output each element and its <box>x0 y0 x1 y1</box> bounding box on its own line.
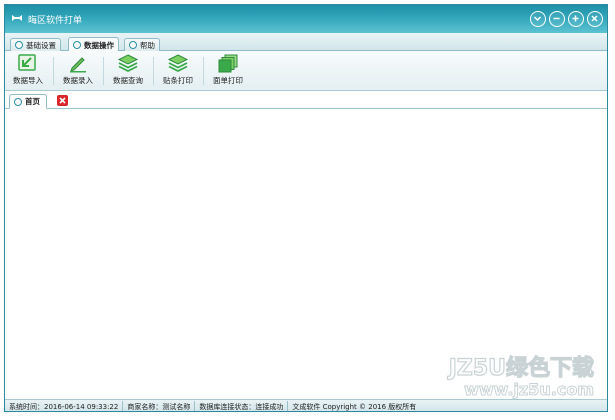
watermark-logo: JZ5U绿色下载 www.jz5u.com <box>446 354 595 399</box>
plus-icon <box>572 15 579 22</box>
watermark-line1: JZ5U绿色下载 <box>447 355 594 381</box>
layers-print-icon <box>167 54 189 73</box>
status-copyright: 文成软件 Copyright © 2016 版权所有 <box>292 402 417 411</box>
tab-label: 数据操作 <box>84 40 114 50</box>
toolbar-separator <box>53 57 54 85</box>
close-icon <box>591 15 598 22</box>
app-window: 晦区软件打单 基础设置 数据操作 帮助 数据导入 数据录入 数据查询 贴条打印 … <box>4 4 608 412</box>
tool-label: 面单打印 <box>213 76 243 85</box>
document-tabstrip: 首页 <box>5 91 607 109</box>
data-import-button[interactable]: 数据导入 <box>5 53 51 89</box>
toolbar-separator <box>153 57 154 85</box>
toolbar-separator <box>103 57 104 85</box>
toolbar-separator <box>203 57 204 85</box>
edit-icon <box>70 57 86 73</box>
tab-label: 首页 <box>25 97 40 106</box>
tool-label: 贴条打印 <box>163 76 193 85</box>
import-icon <box>18 54 36 71</box>
window-controls <box>530 11 603 27</box>
status-merchant-name: 商家名称：测试名称 <box>123 400 196 411</box>
tab-dot-icon <box>14 97 22 106</box>
tab-label: 基础设置 <box>26 40 56 50</box>
maximize-button[interactable] <box>568 11 584 27</box>
title-bar: 晦区软件打单 <box>5 5 607 33</box>
data-entry-button[interactable]: 数据录入 <box>55 53 101 89</box>
label-print-button[interactable]: 贴条打印 <box>155 53 201 89</box>
window-title: 晦区软件打单 <box>28 16 83 26</box>
waybill-print-button[interactable]: 面单打印 <box>205 53 251 89</box>
close-icon <box>59 97 66 104</box>
close-window-button[interactable] <box>587 11 603 27</box>
minus-icon <box>553 17 560 20</box>
status-system-time: 系统时间：2016-06-14 09:33:22 <box>5 400 124 411</box>
tab-data-operations[interactable]: 数据操作 <box>68 37 119 52</box>
tab-dot-icon <box>129 41 137 49</box>
tab-dot-icon <box>15 41 23 49</box>
tab-home[interactable]: 首页 <box>9 94 47 109</box>
toolbar: 数据导入 数据录入 数据查询 贴条打印 面单打印 <box>5 51 607 91</box>
tab-label: 帮助 <box>140 40 155 50</box>
ribbon-tabstrip: 基础设置 数据操作 帮助 <box>5 33 607 52</box>
tab-help[interactable]: 帮助 <box>124 38 160 51</box>
tab-dot-icon <box>73 41 81 49</box>
skin-button[interactable] <box>530 11 546 27</box>
status-db-connection: 数据库连接状态：连接成功 <box>195 400 289 411</box>
tool-label: 数据查询 <box>113 76 143 85</box>
minimize-button[interactable] <box>549 11 565 27</box>
pages-icon <box>218 54 238 73</box>
chevron-down-icon <box>533 16 542 22</box>
tool-label: 数据导入 <box>13 76 43 85</box>
data-query-button[interactable]: 数据查询 <box>105 53 151 89</box>
tab-basic-settings[interactable]: 基础设置 <box>10 38 61 51</box>
close-tab-button[interactable] <box>57 95 68 106</box>
layers-icon <box>117 54 139 73</box>
app-logo-icon <box>12 15 22 21</box>
tool-label: 数据录入 <box>63 76 93 85</box>
watermark-line2: www.jz5u.com <box>464 380 594 399</box>
